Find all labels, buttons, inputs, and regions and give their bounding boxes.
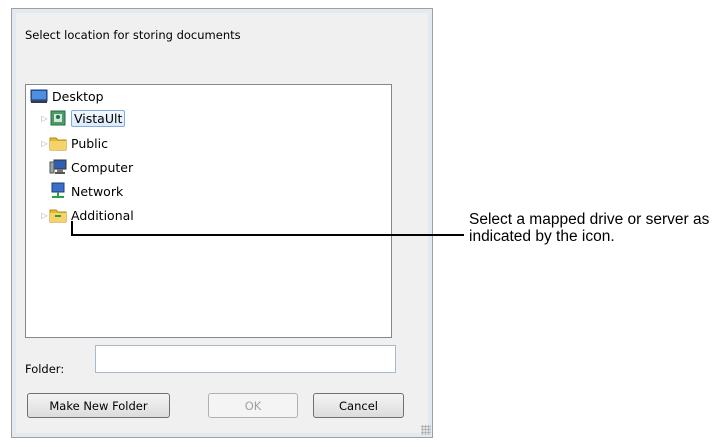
expand-arrow-icon[interactable]: ▷ [40, 204, 49, 226]
folder-input[interactable] [95, 345, 396, 373]
tree-item-computer[interactable]: Computer [49, 156, 133, 178]
expand-arrow-icon[interactable]: ▷ [40, 132, 49, 154]
folder-tree[interactable]: Desktop ▷ VistaUlt ▷ Public Computer Net… [25, 84, 392, 338]
cancel-button[interactable]: Cancel [313, 393, 404, 418]
tree-item-label: Public [71, 135, 108, 151]
callout-pointer [71, 221, 73, 235]
folder-icon [49, 134, 67, 152]
tree-item-label: Desktop [52, 88, 104, 104]
tree-item-label: VistaUlt [71, 109, 126, 127]
callout-line [158, 234, 464, 236]
tree-item-vistault[interactable]: ▷ VistaUlt [40, 107, 126, 129]
user-folder-icon [49, 109, 67, 127]
dialog-prompt: Select location for storing documents [25, 28, 241, 42]
tree-item-label: Network [71, 183, 124, 199]
tree-item-label: Additional [71, 207, 134, 223]
folder-label: Folder: [25, 362, 65, 376]
computer-icon [49, 158, 67, 176]
tree-item-additional[interactable]: ▷ Additional [40, 204, 134, 226]
network-icon [49, 182, 67, 200]
callout-text: Select a mapped drive or server as indic… [469, 211, 710, 245]
callout-line-left [71, 234, 158, 236]
tree-item-network[interactable]: Network [49, 180, 123, 202]
network-drive-icon [49, 206, 67, 224]
tree-item-public[interactable]: ▷ Public [40, 132, 108, 154]
desktop-icon [30, 87, 48, 105]
tree-item-desktop[interactable]: Desktop [30, 85, 104, 107]
resize-grip[interactable] [421, 425, 431, 435]
tree-item-label: Computer [71, 159, 134, 175]
expand-arrow-icon[interactable]: ▷ [40, 107, 49, 129]
ok-button[interactable]: OK [208, 393, 298, 418]
make-new-folder-button[interactable]: Make New Folder [27, 393, 170, 418]
